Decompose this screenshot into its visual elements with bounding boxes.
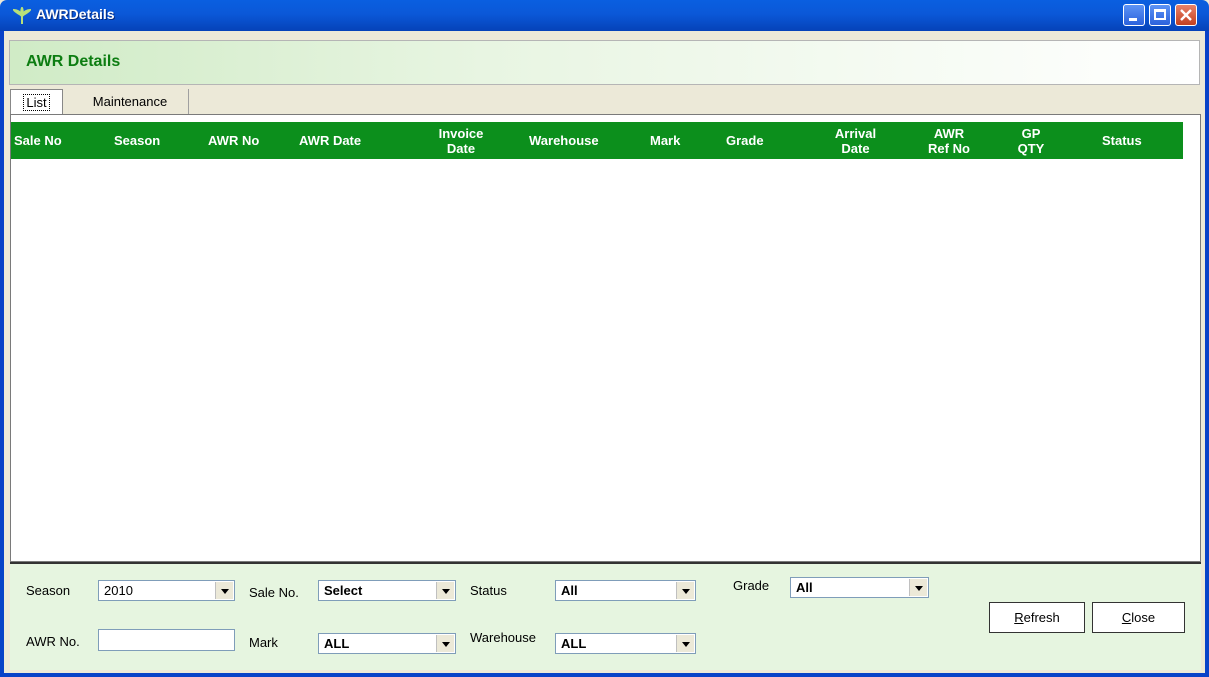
column-header-gp-qty[interactable]: GP QTY <box>986 122 1076 159</box>
maximize-button[interactable] <box>1149 4 1171 26</box>
column-header-status[interactable]: Status <box>1094 122 1183 159</box>
mark-value: ALL <box>324 636 350 651</box>
window-frame-left <box>0 31 4 677</box>
page-title: AWR Details <box>26 53 121 70</box>
chevron-down-icon[interactable] <box>676 582 694 599</box>
window-title: AWRDetails <box>36 6 115 22</box>
column-header-awr-date[interactable]: AWR Date <box>290 122 401 159</box>
mark-label: Mark <box>249 635 278 650</box>
maximize-icon <box>1154 9 1166 20</box>
status-value: All <box>561 583 578 598</box>
minimize-button[interactable] <box>1123 4 1145 26</box>
awr-no-input[interactable] <box>98 629 235 651</box>
chevron-down-icon[interactable] <box>436 635 454 652</box>
column-header-grade[interactable]: Grade <box>716 122 799 159</box>
column-header-warehouse[interactable]: Warehouse <box>521 122 638 159</box>
column-header-invoice-date[interactable]: Invoice Date <box>401 122 521 159</box>
tab-list-label: List <box>23 94 50 111</box>
close-icon <box>1180 9 1192 21</box>
warehouse-label: Warehouse <box>470 630 536 645</box>
warehouse-select[interactable]: ALL <box>555 633 696 654</box>
column-header-season[interactable]: Season <box>107 122 192 159</box>
status-label: Status <box>470 583 507 598</box>
chevron-down-icon[interactable] <box>215 582 233 599</box>
minimize-icon <box>1129 18 1137 21</box>
sale-no-label: Sale No. <box>249 585 299 600</box>
column-header-sale-no[interactable]: Sale No <box>11 122 107 159</box>
sale-no-select[interactable]: Select <box>318 580 456 601</box>
app-logo-icon <box>13 7 31 24</box>
grade-select[interactable]: All <box>790 577 929 598</box>
column-header-arrival-date[interactable]: Arrival Date <box>799 122 912 159</box>
tab-maintenance-label: Maintenance <box>92 94 168 109</box>
window-frame-right <box>1205 31 1209 677</box>
tab-list[interactable]: List <box>10 89 63 114</box>
column-header-awr-no[interactable]: AWR No <box>192 122 290 159</box>
window-frame-bottom <box>0 673 1209 677</box>
chevron-down-icon[interactable] <box>909 579 927 596</box>
chevron-down-icon[interactable] <box>436 582 454 599</box>
mark-select[interactable]: ALL <box>318 633 456 654</box>
season-select[interactable]: 2010 <box>98 580 235 601</box>
title-bar[interactable] <box>0 0 1209 31</box>
season-label: Season <box>26 583 71 598</box>
grade-value: All <box>796 580 813 595</box>
season-value: 2010 <box>104 583 133 598</box>
grade-label: Grade <box>733 578 770 593</box>
refresh-button[interactable]: Refresh <box>989 602 1085 633</box>
header-band <box>9 40 1200 85</box>
grid-header: Sale No Season AWR No AWR Date Invoice Da… <box>11 122 1183 159</box>
sale-no-value: Select <box>324 583 363 598</box>
awr-list-grid[interactable] <box>10 114 1201 562</box>
chevron-down-icon[interactable] <box>676 635 694 652</box>
warehouse-value: ALL <box>561 636 587 651</box>
close-button[interactable]: Close <box>1092 602 1185 633</box>
close-window-button[interactable] <box>1175 4 1197 26</box>
column-header-mark[interactable]: Mark <box>638 122 716 159</box>
awr-no-label: AWR No. <box>26 634 80 649</box>
tab-maintenance[interactable]: Maintenance <box>72 89 189 114</box>
column-header-awr-ref-no[interactable]: AWR Ref No <box>912 122 986 159</box>
status-select[interactable]: All <box>555 580 696 601</box>
